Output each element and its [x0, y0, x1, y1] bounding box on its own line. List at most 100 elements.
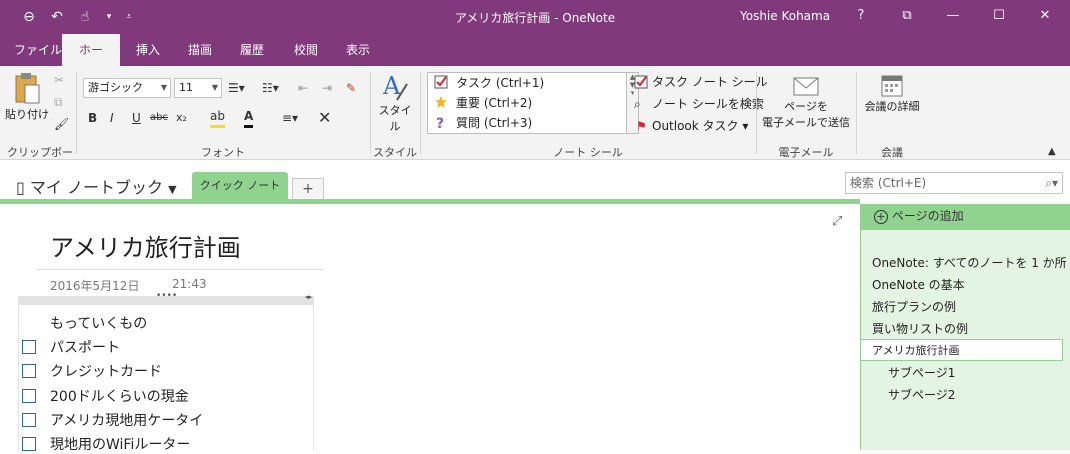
search-input[interactable]: 検索 (Ctrl+E) ⌕▾ — [845, 172, 1063, 194]
page-list-item[interactable]: OneNote の基本 — [872, 276, 965, 293]
styles-icon: A — [382, 72, 408, 101]
minimize-button[interactable]: — — [930, 5, 976, 27]
subpage-list-item[interactable]: サブページ2 — [888, 386, 955, 403]
paste-icon — [15, 73, 40, 104]
tag-important[interactable]: 重要 (Ctrl+2) — [428, 93, 626, 113]
todo-checkbox[interactable] — [22, 340, 36, 354]
find-tags-icon: ⌕ — [634, 97, 641, 111]
highlight-icon[interactable]: ab — [210, 108, 225, 128]
increase-indent-icon[interactable]: ⇥ — [322, 78, 332, 98]
search-icon[interactable]: ⌕▾ — [1045, 173, 1058, 193]
svg-text:?: ? — [436, 116, 444, 129]
svg-text:A: A — [382, 72, 401, 100]
cut-icon[interactable]: ✂ — [54, 70, 64, 90]
envelope-icon — [793, 77, 819, 96]
delete-icon[interactable]: ✕ — [318, 108, 331, 128]
ribbon: 貼り付け ✂ ⧉ 🖌 クリップボード 游ゴシック▼ 11▼ ☰▾ ☷▾ ⇤ ⇥ … — [0, 66, 1070, 175]
list-item[interactable]: クレジットカード — [50, 361, 162, 381]
question-icon: ? — [436, 116, 444, 129]
todo-tag-button[interactable]: タスク ノート シール — [634, 72, 768, 92]
group-divider — [370, 72, 371, 154]
note-container-handle[interactable]: •••• ◂▸ — [18, 291, 314, 305]
plus-circle-icon: + — [874, 210, 888, 224]
tags-group-label: ノート シール — [553, 146, 623, 159]
full-page-view-icon[interactable]: ⤢ — [832, 214, 842, 229]
list-item[interactable]: 200ドルくらいの現金 — [50, 386, 189, 406]
subpage-list-item[interactable]: サブページ1 — [888, 364, 955, 381]
font-size-select[interactable]: 11 ▼ — [174, 78, 222, 98]
add-section-button[interactable]: + — [292, 178, 324, 200]
styles-button[interactable]: A スタイル — [374, 72, 416, 134]
maximize-button[interactable]: ☐ — [976, 5, 1022, 27]
notebook-selector[interactable]: ▯ マイ ノートブック ▼ — [16, 174, 177, 198]
chevron-down-icon: ▼ — [211, 83, 218, 92]
todo-checkbox[interactable] — [22, 364, 36, 378]
font-color-icon[interactable]: A — [244, 108, 254, 128]
help-button[interactable]: ? — [838, 5, 884, 27]
todo-checkbox[interactable] — [22, 413, 36, 427]
tag-todo[interactable]: タスク (Ctrl+1) — [428, 73, 626, 93]
list-item[interactable]: 現地用のWiFiルーター — [50, 434, 190, 454]
todo-checkbox[interactable] — [22, 389, 36, 403]
strikethrough-button[interactable]: abc — [150, 108, 168, 128]
checkbox-icon — [634, 75, 648, 89]
bold-button[interactable]: B — [88, 108, 97, 128]
collapse-ribbon-icon[interactable]: ▲ — [1048, 142, 1056, 162]
tag-question[interactable]: ? 質問 (Ctrl+3) — [428, 113, 626, 133]
tab-home[interactable]: ホーム — [62, 34, 120, 89]
list-heading[interactable]: もっていくもの — [50, 313, 147, 333]
email-label-2: 電子メールで送信 — [762, 116, 850, 129]
resize-handle-icon[interactable]: ◂▸ — [305, 293, 312, 301]
todo-checkbox[interactable] — [22, 437, 36, 451]
styles-group-label: スタイル — [373, 146, 417, 159]
tags-gallery: タスク (Ctrl+1) 重要 (Ctrl+2) ? 質問 (Ctrl+3) — [427, 72, 627, 134]
font-family-select[interactable]: 游ゴシック ▼ — [83, 78, 171, 98]
meeting-details-button[interactable]: 会議の詳細 — [860, 72, 924, 114]
group-divider — [856, 72, 857, 154]
italic-button[interactable]: I — [110, 108, 114, 128]
page-title[interactable]: アメリカ旅行計画 — [50, 228, 241, 263]
ribbon-display-button[interactable]: ⧉ — [884, 5, 930, 27]
section-tab-quick-notes[interactable]: クイック ノート — [192, 172, 288, 200]
font-group-label: フォント — [201, 146, 245, 159]
chevron-down-icon: ▼ — [168, 183, 177, 196]
format-painter-icon[interactable]: 🖌 — [54, 114, 69, 134]
bullets-icon[interactable]: ☰▾ — [228, 78, 245, 98]
align-icon[interactable]: ≡▾ — [282, 108, 298, 128]
move-handle-icon[interactable]: •••• — [156, 291, 177, 301]
title-bar: ⊖ ↶ ☝ ▾ ⩡ アメリカ旅行計画 - OneNote Yoshie Koha… — [0, 0, 1070, 34]
user-name[interactable]: Yoshie Kohama — [740, 9, 830, 23]
copy-icon[interactable]: ⧉ — [54, 92, 63, 112]
tab-insert[interactable]: 挿入 — [124, 34, 172, 66]
group-divider — [76, 72, 77, 154]
email-page-button[interactable]: ページを 電子メールで送信 — [758, 72, 854, 130]
subscript-button[interactable]: x₂ — [176, 108, 187, 128]
page-list-item-selected[interactable]: アメリカ旅行計画 — [872, 342, 959, 358]
list-item[interactable]: パスポート — [50, 337, 120, 357]
clear-formatting-icon[interactable]: ✎ — [346, 78, 356, 98]
outlook-tasks-button[interactable]: ⚑ Outlook タスク ▾ — [634, 116, 748, 136]
page-date: 2016年5月12日 — [50, 279, 140, 293]
calendar-icon — [881, 75, 903, 97]
page-list-item[interactable]: OneNote: すべてのノートを 1 か所 — [872, 254, 1067, 271]
checkbox-icon — [434, 75, 448, 89]
page-list-item[interactable]: 旅行プランの例 — [872, 298, 956, 315]
ribbon-tabs: ファイル ホーム 挿入 描画 履歴 校閲 表示 — [0, 34, 1070, 89]
tab-history[interactable]: 履歴 — [228, 34, 276, 66]
tab-view[interactable]: 表示 — [334, 34, 382, 66]
styles-label: スタイル — [378, 104, 412, 133]
paste-button[interactable]: 貼り付け — [4, 70, 50, 122]
page-list-item[interactable]: 買い物リストの例 — [872, 320, 968, 337]
tab-review[interactable]: 校閲 — [282, 34, 330, 66]
page-time: 21:43 — [172, 277, 207, 291]
find-tags-button[interactable]: ⌕ ノート シールを検索 — [634, 94, 764, 114]
underline-button[interactable]: U — [132, 108, 141, 128]
add-page-button[interactable]: + ページの追加 — [874, 207, 964, 224]
tab-draw[interactable]: 描画 — [176, 34, 224, 66]
close-button[interactable]: ✕ — [1022, 5, 1068, 27]
flag-icon: ⚑ — [636, 119, 647, 133]
decrease-indent-icon[interactable]: ⇤ — [298, 78, 308, 98]
numbering-icon[interactable]: ☷▾ — [262, 78, 279, 98]
meetings-group-label: 会議 — [881, 146, 903, 159]
list-item[interactable]: アメリカ現地用ケータイ — [50, 410, 203, 430]
